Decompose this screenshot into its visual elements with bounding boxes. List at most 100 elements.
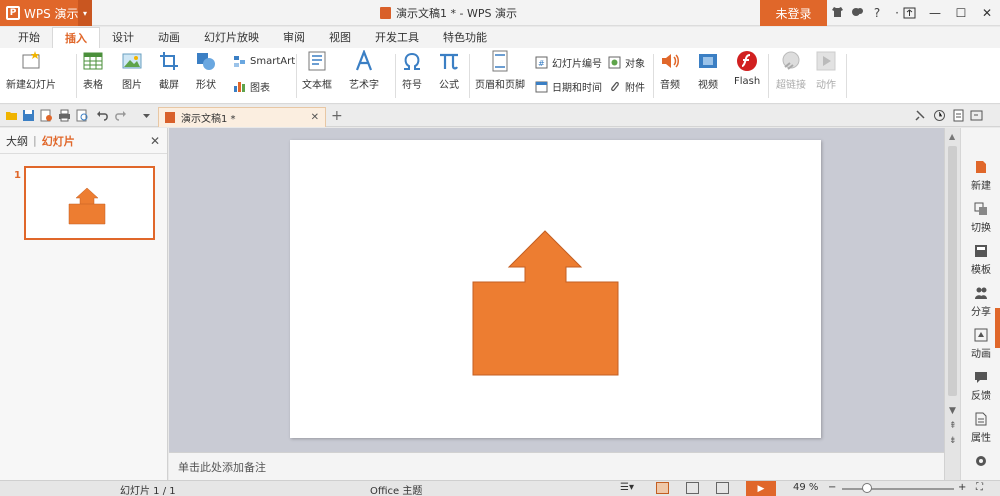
screenshot-button[interactable]: 截屏 xyxy=(158,50,180,91)
video-button[interactable]: 视频 xyxy=(697,50,719,91)
tab-slides[interactable]: 幻灯片 xyxy=(42,133,75,149)
slide-thumbnail-number: 1 xyxy=(14,170,21,181)
task-feedback-label: 反馈 xyxy=(971,391,991,402)
new-slide-button[interactable]: 新建幻灯片 xyxy=(6,50,56,91)
tab-design[interactable]: 设计 xyxy=(100,27,146,48)
hyperlink-button[interactable]: 超链接 xyxy=(776,50,806,91)
flash-button[interactable]: Flash xyxy=(734,50,760,87)
maximize-icon[interactable]: ☐ xyxy=(948,0,974,26)
skin-icon[interactable] xyxy=(830,6,844,21)
shape-button[interactable]: 形状 xyxy=(195,50,217,91)
task-new-label: 新建 xyxy=(971,181,991,192)
app-menu-button[interactable]: P WPS 演示 ▾ xyxy=(0,0,92,26)
task-properties[interactable]: 属性 xyxy=(961,412,1000,444)
attachment-button[interactable]: 附件 xyxy=(608,79,645,94)
document-tab[interactable]: 演示文稿1 * ✕ xyxy=(158,107,326,127)
tab-home[interactable]: 开始 xyxy=(6,27,52,48)
task-pane-collapse-handle[interactable] xyxy=(995,308,1000,348)
chart-icon xyxy=(234,82,245,92)
symbol-button[interactable]: 符号 xyxy=(401,50,423,91)
task-transition[interactable]: 切换 xyxy=(961,202,1000,234)
chart-button[interactable]: 图表 xyxy=(233,79,270,94)
task-transition-label: 切换 xyxy=(971,223,991,234)
notes-area[interactable]: 单击此处添加备注 xyxy=(169,452,944,480)
zoom-out-icon[interactable]: − xyxy=(828,482,836,493)
attachment-label: 附件 xyxy=(625,83,645,94)
scroll-down-icon[interactable]: ▼ xyxy=(949,406,956,416)
previous-slide-icon[interactable]: ⇞ xyxy=(949,421,957,431)
customize-dropdown-icon[interactable] xyxy=(140,109,153,122)
task-settings[interactable] xyxy=(961,454,1000,471)
tab-review[interactable]: 审阅 xyxy=(271,27,317,48)
zoom-in-icon[interactable]: + xyxy=(958,482,966,493)
task-new[interactable]: 新建 xyxy=(961,160,1000,192)
close-icon[interactable]: ✕ xyxy=(974,0,1000,26)
tab-animation[interactable]: 动画 xyxy=(146,27,192,48)
next-slide-icon[interactable]: ⇟ xyxy=(949,436,957,446)
print-icon[interactable] xyxy=(58,109,71,122)
slide-thumbnail[interactable] xyxy=(24,166,155,240)
close-panel-icon[interactable]: ✕ xyxy=(150,134,160,148)
up-arrow-callout-shape[interactable] xyxy=(290,140,821,438)
textbox-button[interactable]: 文本框 xyxy=(302,50,332,91)
save-icon[interactable] xyxy=(22,109,35,122)
task-template[interactable]: 模板 xyxy=(961,244,1000,276)
print-preview-icon[interactable] xyxy=(76,109,89,122)
scroll-up-icon[interactable]: ▲ xyxy=(949,132,955,141)
panel-toggle-icon[interactable] xyxy=(970,109,983,122)
tab-developer[interactable]: 开发工具 xyxy=(363,27,431,48)
tab-outline[interactable]: 大纲 xyxy=(6,133,28,149)
tab-slideshow[interactable]: 幻灯片放映 xyxy=(192,27,271,48)
paperclip-icon xyxy=(611,82,619,91)
doc-roaming-icon[interactable] xyxy=(933,109,946,122)
redo-icon[interactable] xyxy=(114,109,127,122)
normal-view-icon[interactable] xyxy=(656,482,669,494)
omega-symbol-icon xyxy=(404,52,420,70)
table-button[interactable]: 表格 xyxy=(82,50,104,91)
pi-formula-icon xyxy=(440,53,458,70)
minimize-icon[interactable]: — xyxy=(922,0,948,26)
formula-button[interactable]: 公式 xyxy=(438,50,460,91)
slide-number-button[interactable]: # 幻灯片编号 xyxy=(535,55,602,70)
tab-view[interactable]: 视图 xyxy=(317,27,363,48)
title-bar: P WPS 演示 ▾ 演示文稿1 * - WPS 演示 未登录 ? · — ☐ … xyxy=(0,0,1000,26)
fit-window-icon[interactable]: ⛶ xyxy=(976,482,983,493)
zoom-slider-handle[interactable] xyxy=(862,483,872,493)
format-painter-icon[interactable] xyxy=(914,109,927,122)
backup-icon[interactable] xyxy=(952,109,965,122)
app-menu-caret-icon[interactable]: ▾ xyxy=(78,0,92,26)
action-button[interactable]: 动作 xyxy=(815,50,837,91)
reading-view-icon[interactable] xyxy=(716,482,729,494)
object-button[interactable]: 对象 xyxy=(608,55,645,70)
slide-sorter-view-icon[interactable] xyxy=(686,482,699,494)
slideshow-play-button[interactable]: ▶ xyxy=(746,481,776,496)
cloud-icon[interactable] xyxy=(850,6,864,21)
restore-panel-icon[interactable] xyxy=(896,0,922,26)
new-tab-icon[interactable]: + xyxy=(331,108,343,124)
picture-label: 图片 xyxy=(122,80,142,91)
header-footer-button[interactable]: 页眉和页脚 xyxy=(475,50,525,91)
tab-features[interactable]: 特色功能 xyxy=(431,27,499,48)
properties-icon xyxy=(975,412,987,426)
open-folder-icon[interactable] xyxy=(5,109,18,122)
picture-button[interactable]: 图片 xyxy=(121,50,143,91)
audio-button[interactable]: 音频 xyxy=(659,50,681,91)
slide-canvas[interactable] xyxy=(290,140,821,438)
task-feedback[interactable]: 反馈 xyxy=(961,370,1000,402)
scrollbar-thumb[interactable] xyxy=(948,146,957,396)
smartart-button[interactable]: SmartArt xyxy=(233,55,295,68)
new-slide-icon xyxy=(22,51,40,69)
wordart-button[interactable]: 艺术字 xyxy=(349,50,379,91)
export-icon[interactable] xyxy=(40,109,53,122)
vertical-scrollbar[interactable]: ▲ ▼ ⇞ ⇟ xyxy=(944,128,960,480)
datetime-button[interactable]: 日期和时间 xyxy=(535,79,602,94)
close-tab-icon[interactable]: ✕ xyxy=(311,112,319,123)
login-button[interactable]: 未登录 xyxy=(760,0,827,26)
help-icon[interactable]: ? xyxy=(870,6,884,20)
undo-icon[interactable] xyxy=(96,109,109,122)
notes-toggle-icon[interactable]: ☰▾ xyxy=(620,482,634,493)
tab-insert[interactable]: 插入 xyxy=(52,27,100,48)
textbox-icon xyxy=(308,51,326,71)
zoom-slider[interactable] xyxy=(842,488,954,490)
settings-gear-icon xyxy=(976,456,986,466)
